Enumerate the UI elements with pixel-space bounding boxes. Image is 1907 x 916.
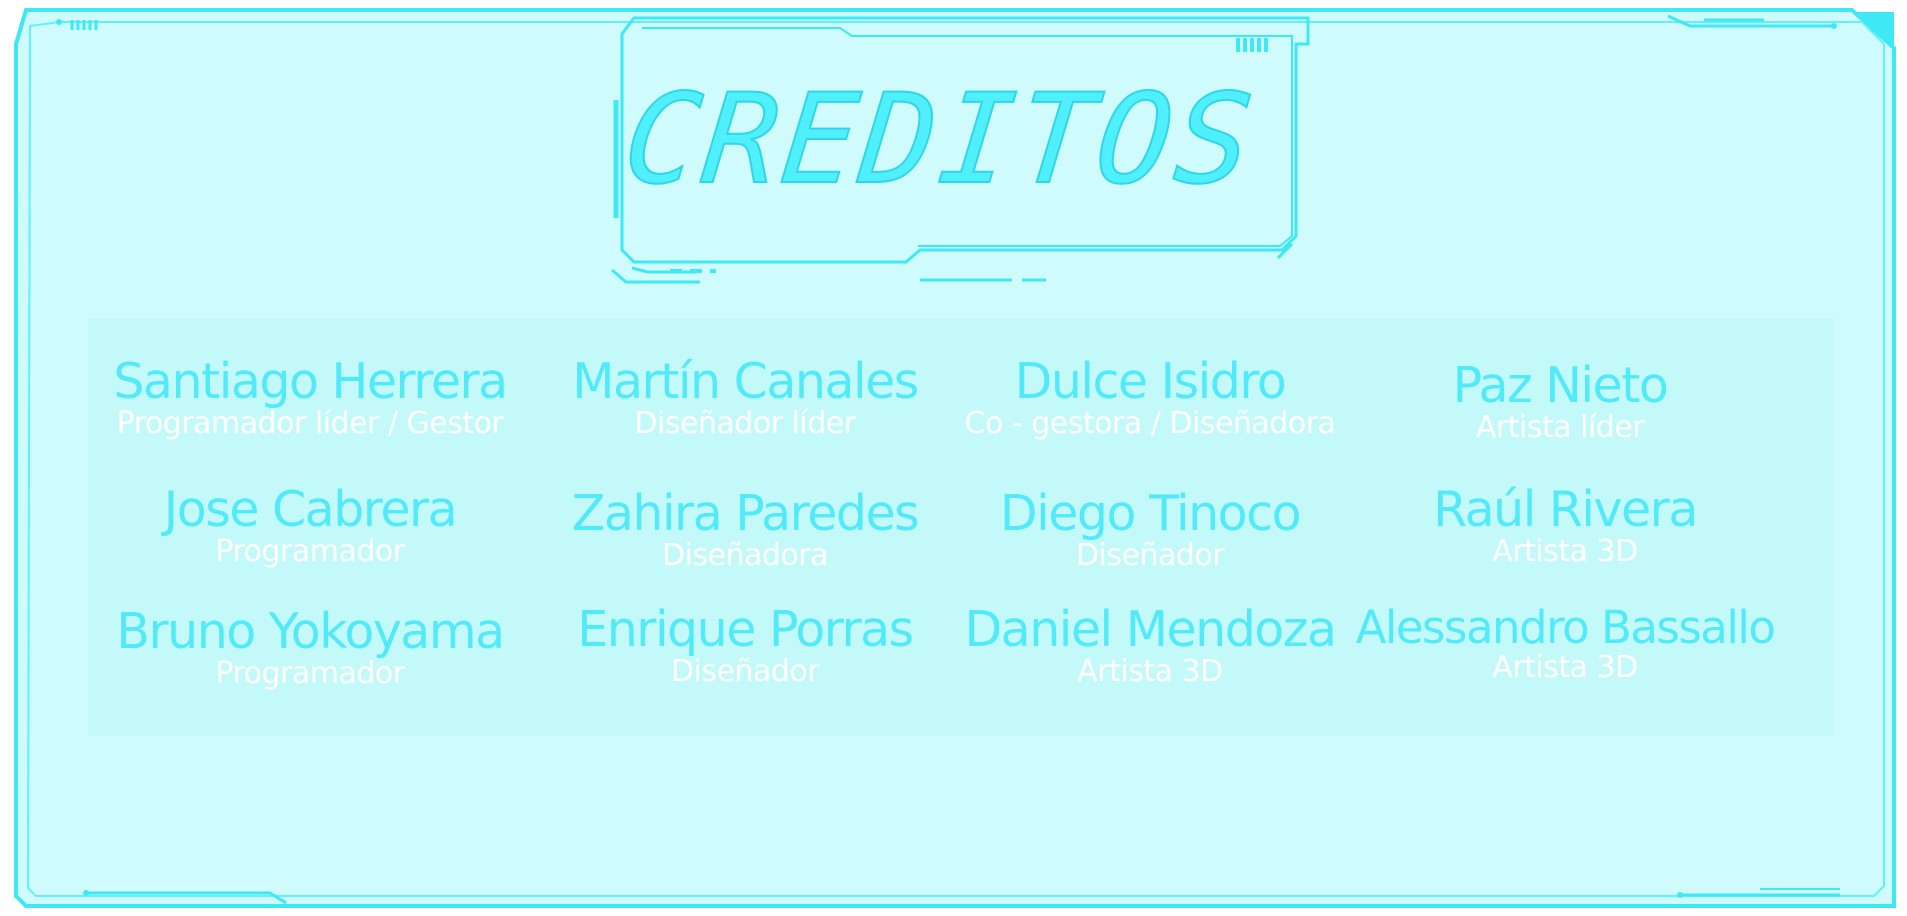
credit-role: Programador [215,534,405,570]
credit-role: Diseñador líder [634,406,856,442]
credit-name: Alessandro Bassallo [1355,601,1776,654]
credit-entry: Paz Nieto Artista líder [1350,357,1770,446]
credit-name: Diego Tinoco [999,485,1302,542]
credit-entry: Zahira Paredes Diseñadora [535,485,955,574]
credit-name: Santiago Herrera [113,353,508,410]
credit-name: Zahira Paredes [571,485,920,542]
credit-role: Artista 3D [1077,654,1223,690]
credit-role: Programador líder / Gestor [116,406,504,442]
credit-entry: Santiago Herrera Programador líder / Ges… [100,353,520,442]
credit-role: Artista 3D [1492,650,1638,686]
credit-entry: Bruno Yokoyama Programador [100,603,520,692]
credit-name: Daniel Mendoza [964,601,1337,658]
credit-entry: Jose Cabrera Programador [100,481,520,570]
credit-entry: Enrique Porras Diseñador [535,601,955,690]
credit-name: Martín Canales [572,353,919,410]
credit-entry: Martín Canales Diseñador líder [535,353,955,442]
credit-entry: Dulce Isidro Co - gestora / Diseñadora [940,353,1360,442]
credits-title: CREDITOS [617,67,1263,213]
credit-name: Enrique Porras [577,601,914,658]
credit-name: Bruno Yokoyama [116,603,505,660]
credit-entry: Daniel Mendoza Artista 3D [940,601,1360,690]
credit-role: Diseñadora [661,538,829,574]
credit-role: Diseñador [1075,538,1225,574]
credit-role: Programador [215,656,405,692]
credit-role: Co - gestora / Diseñadora [964,406,1336,442]
top-left-dot [56,19,62,25]
credit-role: Diseñador [670,654,820,690]
credit-role: Artista líder [1475,410,1645,446]
credit-entry: Diego Tinoco Diseñador [940,485,1360,574]
credit-name: Jose Cabrera [163,481,458,538]
credit-name: Paz Nieto [1452,357,1669,414]
credit-entry: Alessandro Bassallo Artista 3D [1355,601,1776,686]
credit-entry: Raúl Rivera Artista 3D [1355,481,1775,570]
credit-name: Dulce Isidro [1014,353,1287,410]
credit-name: Raúl Rivera [1433,481,1698,538]
credit-role: Artista 3D [1492,534,1638,570]
